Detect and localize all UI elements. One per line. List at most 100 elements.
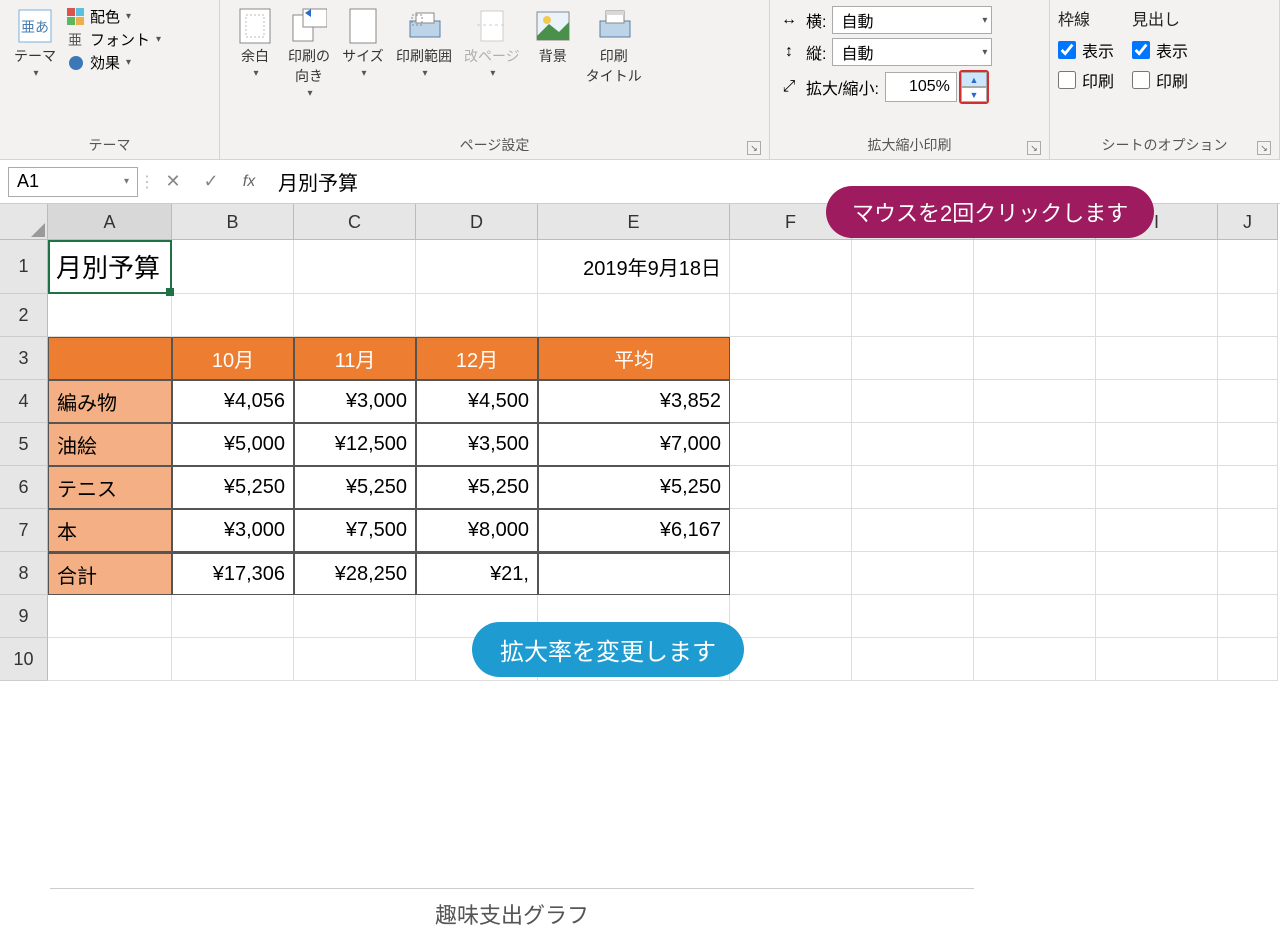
- cell[interactable]: [1096, 240, 1218, 294]
- cell[interactable]: ¥4,056: [172, 380, 294, 423]
- row-header[interactable]: 1: [0, 240, 48, 294]
- cell[interactable]: [416, 294, 538, 337]
- cell[interactable]: [730, 240, 852, 294]
- breaks-button[interactable]: 改ページ▾: [458, 4, 526, 83]
- cell[interactable]: [538, 294, 730, 337]
- enter-button[interactable]: ✓: [194, 167, 228, 197]
- scale-down-button[interactable]: ▼: [961, 87, 987, 102]
- cell[interactable]: [974, 466, 1096, 509]
- cell[interactable]: [1218, 595, 1278, 638]
- cell[interactable]: [294, 638, 416, 681]
- cell[interactable]: [974, 552, 1096, 595]
- cell[interactable]: [538, 552, 730, 595]
- cell[interactable]: [852, 466, 974, 509]
- cell[interactable]: [416, 240, 538, 294]
- scale-input[interactable]: [885, 72, 957, 102]
- cell[interactable]: [294, 595, 416, 638]
- height-select[interactable]: 自動▾: [832, 38, 992, 66]
- cancel-button[interactable]: ✕: [156, 167, 190, 197]
- cell[interactable]: 合計: [48, 552, 172, 595]
- cell[interactable]: [730, 509, 852, 552]
- width-select[interactable]: 自動▾: [832, 6, 992, 34]
- cell[interactable]: [730, 423, 852, 466]
- size-button[interactable]: サイズ▾: [336, 4, 390, 83]
- row-header[interactable]: 2: [0, 294, 48, 337]
- cell[interactable]: ¥7,500: [294, 509, 416, 552]
- cell[interactable]: [172, 240, 294, 294]
- cell[interactable]: [974, 509, 1096, 552]
- cell[interactable]: 11月: [294, 337, 416, 380]
- cell[interactable]: [974, 337, 1096, 380]
- cell[interactable]: 10月: [172, 337, 294, 380]
- dialog-launcher-icon[interactable]: ↘: [1257, 141, 1271, 155]
- cell[interactable]: [1096, 466, 1218, 509]
- orientation-button[interactable]: 印刷の 向き▾: [282, 4, 336, 103]
- cell[interactable]: [294, 240, 416, 294]
- cell[interactable]: [1218, 466, 1278, 509]
- fonts-button[interactable]: 亜 フォント ▾: [66, 29, 161, 50]
- cell[interactable]: ¥17,306: [172, 552, 294, 595]
- cell[interactable]: [1096, 337, 1218, 380]
- cell[interactable]: [1218, 509, 1278, 552]
- cell[interactable]: [974, 638, 1096, 681]
- cell[interactable]: [852, 240, 974, 294]
- cell[interactable]: [1218, 552, 1278, 595]
- cell[interactable]: ¥5,250: [294, 466, 416, 509]
- cell[interactable]: [730, 595, 852, 638]
- cell[interactable]: [1218, 240, 1278, 294]
- cell[interactable]: [730, 380, 852, 423]
- spreadsheet-grid[interactable]: A B C D E F G H I J 1 月別予算 2019年9月18日 2 …: [0, 204, 1280, 681]
- cell[interactable]: ¥3,852: [538, 380, 730, 423]
- row-header[interactable]: 6: [0, 466, 48, 509]
- cell[interactable]: [730, 294, 852, 337]
- select-all-corner[interactable]: [0, 204, 48, 240]
- headings-print-checkbox[interactable]: 印刷: [1132, 68, 1188, 92]
- cell[interactable]: [974, 423, 1096, 466]
- cell[interactable]: ¥7,000: [538, 423, 730, 466]
- row-header[interactable]: 5: [0, 423, 48, 466]
- cell[interactable]: [1218, 294, 1278, 337]
- cell[interactable]: [730, 552, 852, 595]
- cell[interactable]: ¥12,500: [294, 423, 416, 466]
- col-header[interactable]: E: [538, 204, 730, 240]
- cell[interactable]: [1096, 380, 1218, 423]
- row-header[interactable]: 10: [0, 638, 48, 681]
- col-header[interactable]: C: [294, 204, 416, 240]
- cell[interactable]: [48, 638, 172, 681]
- cell[interactable]: [852, 595, 974, 638]
- cell[interactable]: [730, 466, 852, 509]
- effects-button[interactable]: 効果 ▾: [66, 52, 161, 73]
- cell[interactable]: 月別予算: [48, 240, 172, 294]
- cell[interactable]: ¥8,000: [416, 509, 538, 552]
- cell[interactable]: [48, 595, 172, 638]
- cell[interactable]: 編み物: [48, 380, 172, 423]
- cell[interactable]: [730, 638, 852, 681]
- margins-button[interactable]: 余白▾: [228, 4, 282, 83]
- cell[interactable]: ¥21,: [416, 552, 538, 595]
- row-header[interactable]: 9: [0, 595, 48, 638]
- gridlines-print-checkbox[interactable]: 印刷: [1058, 68, 1114, 92]
- cell[interactable]: 12月: [416, 337, 538, 380]
- cell[interactable]: ¥4,500: [416, 380, 538, 423]
- name-box[interactable]: A1▾: [8, 167, 138, 197]
- cell[interactable]: [48, 294, 172, 337]
- dialog-launcher-icon[interactable]: ↘: [747, 141, 761, 155]
- cell[interactable]: [172, 638, 294, 681]
- col-header[interactable]: D: [416, 204, 538, 240]
- themes-button[interactable]: 亜あ テーマ ▾: [8, 4, 62, 83]
- cell[interactable]: [48, 337, 172, 380]
- background-button[interactable]: 背景: [526, 4, 580, 70]
- cell[interactable]: [852, 638, 974, 681]
- headings-view-checkbox[interactable]: 表示: [1132, 38, 1188, 62]
- cell[interactable]: [852, 380, 974, 423]
- cell[interactable]: ¥5,250: [416, 466, 538, 509]
- print-area-button[interactable]: 印刷範囲▾: [390, 4, 458, 83]
- cell[interactable]: [730, 337, 852, 380]
- cell[interactable]: [1096, 595, 1218, 638]
- col-header[interactable]: B: [172, 204, 294, 240]
- cell[interactable]: [1218, 423, 1278, 466]
- cell[interactable]: [974, 294, 1096, 337]
- cell[interactable]: [852, 423, 974, 466]
- cell[interactable]: [172, 595, 294, 638]
- cell[interactable]: [1096, 423, 1218, 466]
